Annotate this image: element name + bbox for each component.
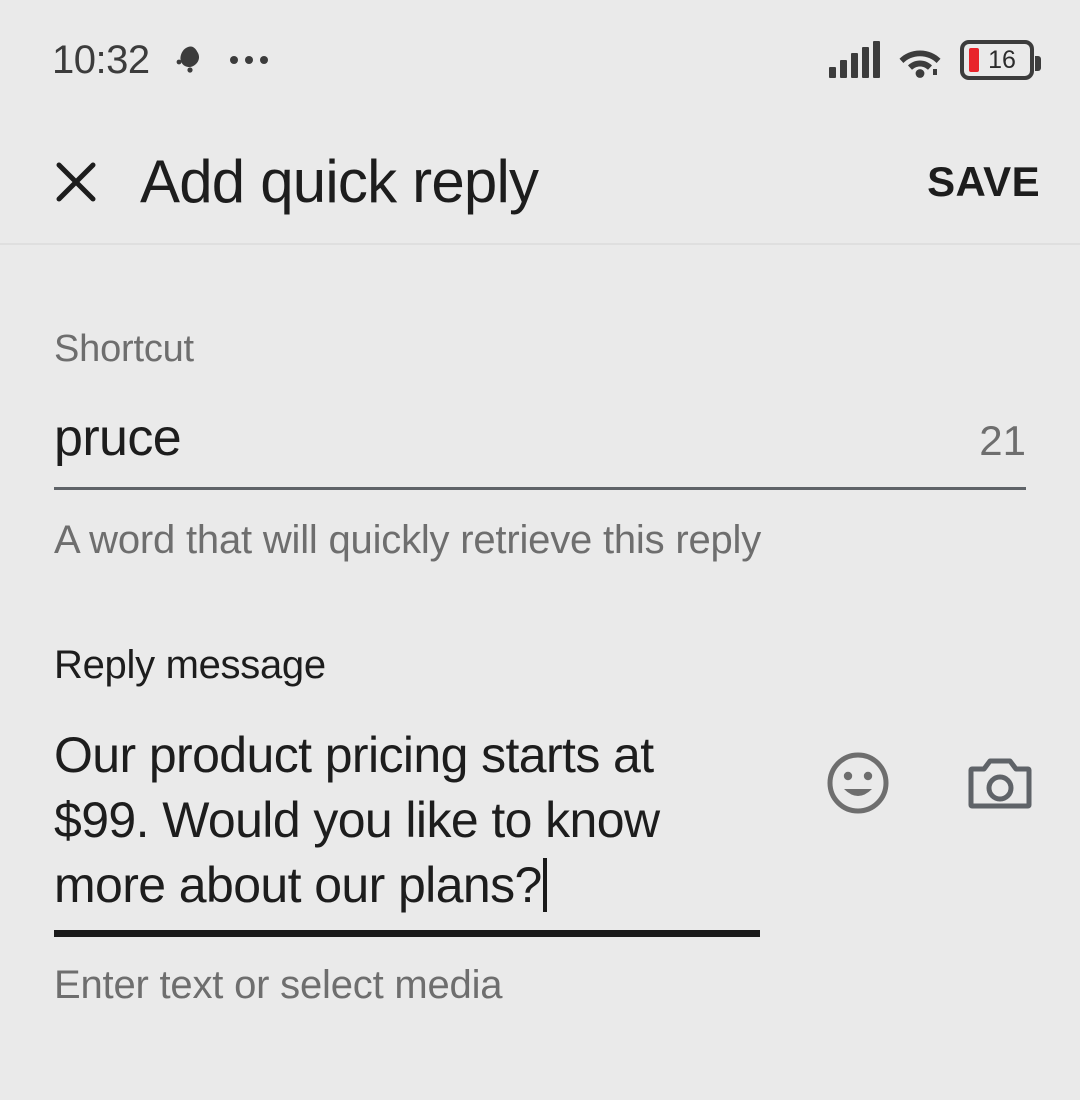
page-title: Add quick reply (140, 147, 539, 215)
shortcut-field-group: Shortcut pruce 21 A word that will quick… (54, 330, 1026, 560)
camera-icon (968, 758, 1032, 809)
emoji-smiley-icon (827, 752, 889, 814)
status-bar: 10:32 16 (0, 0, 1080, 120)
close-icon (56, 162, 96, 201)
wifi-icon (899, 50, 941, 78)
reply-message-helper-text: Enter text or select media (54, 963, 503, 1007)
close-button[interactable] (40, 146, 112, 218)
status-bar-left: 10:32 (52, 40, 268, 80)
more-notifications-ellipsis-icon (229, 56, 268, 64)
app-notification-blob-icon (176, 46, 199, 73)
shortcut-character-counter: 21 (979, 417, 1026, 464)
shortcut-input[interactable]: pruce (54, 411, 182, 466)
status-bar-right: 16 (829, 40, 1041, 80)
battery-level-label: 16 (988, 45, 1016, 74)
reply-message-actions (822, 747, 1036, 819)
battery-icon: 16 (960, 40, 1041, 80)
reply-message-input-wrap[interactable]: Our product pricing starts at $99. Would… (54, 723, 760, 937)
camera-button[interactable] (964, 747, 1036, 819)
status-bar-clock: 10:32 (52, 38, 150, 82)
text-cursor (542, 858, 547, 912)
reply-message-label: Reply message (54, 643, 326, 687)
shortcut-helper-text: A word that will quickly retrieve this r… (54, 517, 762, 562)
reply-message-input[interactable]: Our product pricing starts at $99. Would… (54, 723, 760, 918)
reply-message-underline (54, 930, 760, 937)
app-bar: Add quick reply SAVE (0, 120, 1080, 243)
shortcut-input-row[interactable]: pruce 21 (54, 411, 1026, 466)
cellular-signal-icon (829, 41, 880, 78)
add-quick-reply-screen: 10:32 16 Add quick reply SAVE Shortcut p… (0, 0, 1080, 1100)
shortcut-label: Shortcut (54, 328, 194, 370)
reply-message-field-group: Reply message Our product pricing starts… (54, 643, 1032, 1007)
reply-message-text: Our product pricing starts at $99. Would… (54, 727, 673, 913)
shortcut-underline (54, 486, 1026, 490)
app-bar-divider (0, 243, 1080, 245)
emoji-button[interactable] (822, 747, 894, 819)
save-button[interactable]: SAVE (923, 151, 1044, 213)
reply-message-input-row: Our product pricing starts at $99. Would… (54, 723, 1032, 937)
